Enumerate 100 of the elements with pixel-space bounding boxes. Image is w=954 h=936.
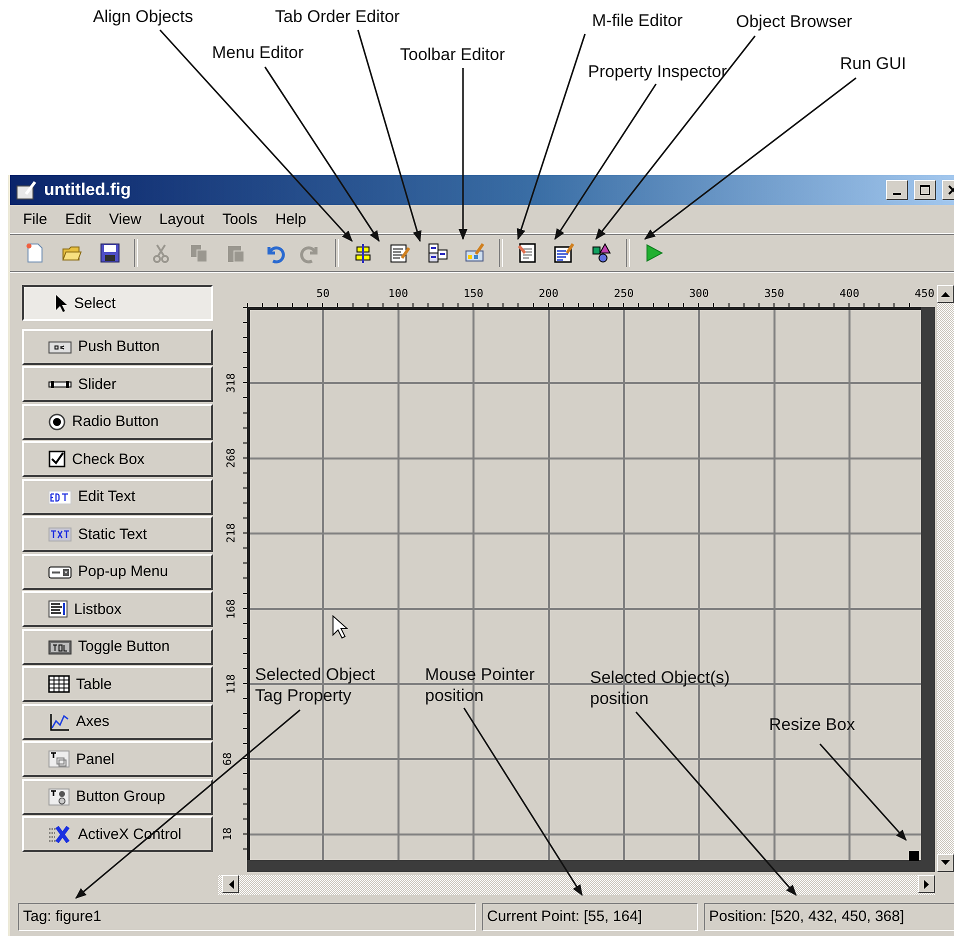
component-palette-button[interactable]: Button Group (22, 778, 213, 814)
palette-label: Toggle Button (78, 638, 170, 655)
menu-item[interactable]: File (14, 210, 56, 228)
toolbar-editor-icon (464, 242, 486, 264)
menu-item[interactable]: Edit (56, 210, 100, 228)
ruler-label: 268 (224, 448, 238, 468)
callout-label: Toolbar Editor (400, 44, 505, 65)
radio-icon (48, 412, 66, 430)
palette-label: Select (74, 294, 116, 312)
ruler-label: 50 (316, 287, 330, 300)
palette-label: Radio Button (72, 413, 159, 430)
callout-label: Object Browser (736, 11, 852, 32)
ruler-label: 18 (221, 828, 234, 841)
up-arrow-icon (941, 291, 950, 297)
status-field: Position: [520, 432, 450, 368] (704, 903, 954, 931)
callout-label: Property Inspector (588, 61, 727, 82)
maximize-button[interactable] (914, 180, 936, 200)
resize-handle[interactable] (909, 851, 919, 861)
ruler-label: 200 (538, 287, 559, 300)
activex-icon (48, 825, 72, 843)
right-arrow-icon (924, 880, 930, 888)
down-arrow-icon (941, 860, 950, 866)
horizontal-scrollbar[interactable] (218, 875, 935, 895)
axes-icon (48, 712, 70, 730)
status-field: Current Point: [55, 164] (482, 903, 698, 931)
status-field: Tag: figure1 (18, 903, 476, 931)
palette-label: Table (76, 676, 112, 692)
checkbox-icon (48, 450, 66, 468)
ruler-label: 168 (224, 598, 238, 619)
ruler-label: 318 (224, 373, 238, 393)
ruler-label: 350 (764, 287, 784, 300)
ruler-label: 218 (224, 523, 238, 544)
component-palette-button[interactable]: Check Box (22, 441, 213, 477)
palette-label: Push Button (78, 338, 160, 355)
pointer-icon (54, 294, 68, 312)
component-palette-button[interactable]: Edit Text (22, 478, 213, 514)
callout-label: Run GUI (840, 53, 906, 74)
callout-label: Selected Object Tag Property (255, 664, 376, 706)
menu-item[interactable]: View (100, 210, 150, 228)
palette-label: Slider (78, 376, 116, 392)
component-palette-button[interactable]: Axes (22, 704, 213, 740)
scroll-right-button[interactable] (918, 875, 935, 893)
scroll-up-button[interactable] (937, 285, 954, 303)
palette-label: Edit Text (78, 488, 136, 505)
palette-label: Button Group (76, 788, 166, 805)
tab-order-icon (426, 242, 449, 264)
button-group-icon (48, 788, 70, 806)
component-palette-button[interactable]: Table (22, 666, 213, 702)
ruler-label: 450 (914, 287, 935, 300)
menu-editor-icon (389, 242, 412, 264)
window-title: untitled.fig (44, 180, 132, 200)
mouse-pointer-icon (332, 615, 348, 639)
static-text-icon (48, 525, 72, 543)
minimize-icon (893, 193, 901, 195)
ruler-label: 118 (224, 674, 238, 694)
palette-label: Panel (76, 750, 114, 768)
menu-item[interactable]: Tools (213, 210, 266, 228)
palette-label: Axes (76, 713, 110, 730)
left-arrow-icon (228, 880, 234, 888)
palette-label: Pop-up Menu (78, 563, 168, 580)
table-icon (48, 675, 70, 693)
callout-label: Selected Object(s) position (590, 667, 730, 709)
component-palette-button[interactable]: Toggle Button (22, 628, 213, 664)
scroll-left-button[interactable] (222, 875, 239, 893)
panel-icon (48, 750, 70, 768)
property-list-icon (553, 242, 576, 264)
component-palette-button[interactable]: Radio Button (22, 404, 213, 440)
component-palette-button[interactable]: Slider (22, 366, 213, 402)
ruler-label: 68 (221, 752, 234, 766)
ruler-label: 150 (463, 287, 484, 300)
ruler-label: 300 (689, 287, 709, 300)
component-palette-button[interactable]: Panel (22, 741, 213, 777)
callout-label: Tab Order Editor (275, 6, 400, 27)
document-pencil-icon (516, 242, 538, 264)
callout-label: Menu Editor (212, 42, 304, 63)
vertical-scrollbar[interactable] (937, 285, 954, 872)
layout-canvas[interactable] (247, 307, 921, 860)
callout-label: Mouse Pointer position (425, 664, 535, 706)
menu-item[interactable]: Layout (150, 210, 214, 228)
callout-label: M-file Editor (592, 10, 683, 31)
toggle-button-icon (48, 638, 72, 656)
minimize-button[interactable] (886, 180, 908, 200)
scroll-down-button[interactable] (937, 854, 954, 872)
ruler-label: 250 (614, 287, 634, 300)
maximize-icon (919, 184, 931, 196)
listbox-icon (48, 600, 68, 618)
edit-text-icon (48, 488, 72, 506)
callout-label: Resize Box (769, 714, 855, 735)
menu-item[interactable]: Help (266, 210, 316, 228)
component-palette-button[interactable]: Listbox (22, 591, 213, 627)
palette-label: Check Box (72, 450, 145, 468)
component-palette-button[interactable]: Static Text (22, 516, 213, 552)
component-palette-button[interactable]: Select (22, 285, 213, 321)
component-palette-button[interactable]: Pop-up Menu (22, 554, 213, 590)
callout-label: Align Objects (93, 6, 194, 27)
ruler-label: 100 (388, 287, 408, 300)
palette-label: Listbox (74, 600, 122, 618)
component-palette-button[interactable]: Push Button (22, 328, 213, 364)
shapes-icon (590, 242, 613, 264)
figure-app-icon (16, 180, 38, 200)
